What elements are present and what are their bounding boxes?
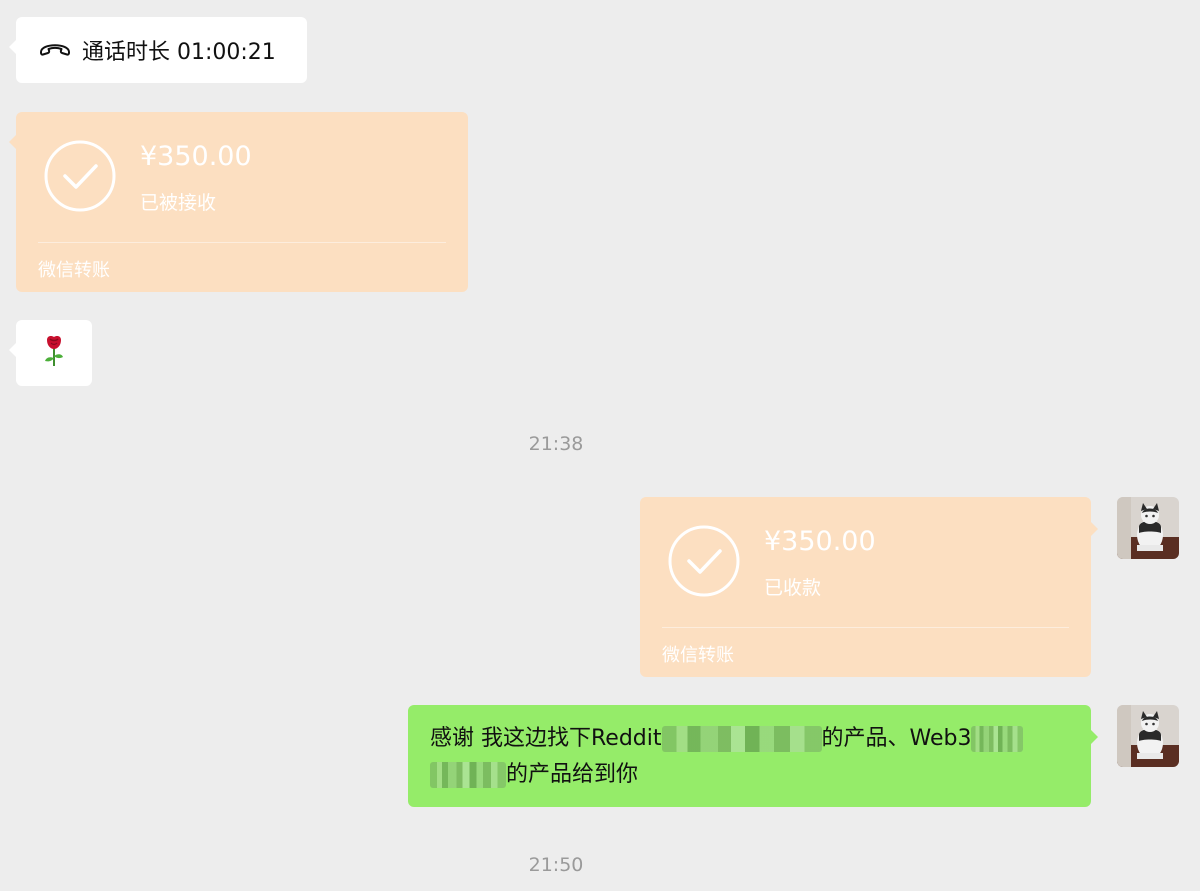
transfer-footer-label: 微信转账 xyxy=(662,645,734,666)
check-circle-icon xyxy=(668,525,740,597)
sent-text-message[interactable]: 感谢 我这边找下Reddit 的产品、Web3 的产品给到你 xyxy=(408,705,1098,807)
message-text: 的产品、Web3 xyxy=(821,726,972,751)
timestamp: 21:50 xyxy=(528,854,584,876)
divider xyxy=(38,242,446,243)
transfer-amount: ¥350.00 xyxy=(140,141,252,172)
redacted-text xyxy=(661,726,822,752)
message-text: 的产品给到你 xyxy=(506,762,639,787)
message-line: 感谢 我这边找下Reddit 的产品、Web3 xyxy=(430,721,1069,757)
transfer-status: 已被接收 xyxy=(140,192,217,214)
transfer-card-received[interactable]: ¥350.00 已被接收 微信转账 xyxy=(9,112,468,292)
redacted-text xyxy=(430,762,506,788)
call-duration-bubble[interactable]: 通话时长 01:00:21 xyxy=(9,17,307,83)
check-circle-icon xyxy=(44,140,116,212)
divider xyxy=(662,627,1069,628)
message-text: 感谢 我这边找下Reddit xyxy=(430,726,662,751)
phone-hangup-icon xyxy=(38,38,72,62)
avatar[interactable] xyxy=(1117,705,1179,767)
transfer-status: 已收款 xyxy=(764,577,822,599)
call-duration-text: 通话时长 01:00:21 xyxy=(82,40,276,65)
message-line: 的产品给到你 xyxy=(430,757,1069,793)
rose-message-bubble[interactable] xyxy=(9,320,92,386)
transfer-footer-label: 微信转账 xyxy=(38,260,110,281)
avatar[interactable] xyxy=(1117,497,1179,559)
transfer-amount: ¥350.00 xyxy=(764,526,876,557)
transfer-card-collected[interactable]: ¥350.00 已收款 微信转账 xyxy=(640,497,1098,677)
redacted-text xyxy=(971,726,1024,752)
rose-icon xyxy=(41,334,67,372)
timestamp: 21:38 xyxy=(528,433,584,455)
